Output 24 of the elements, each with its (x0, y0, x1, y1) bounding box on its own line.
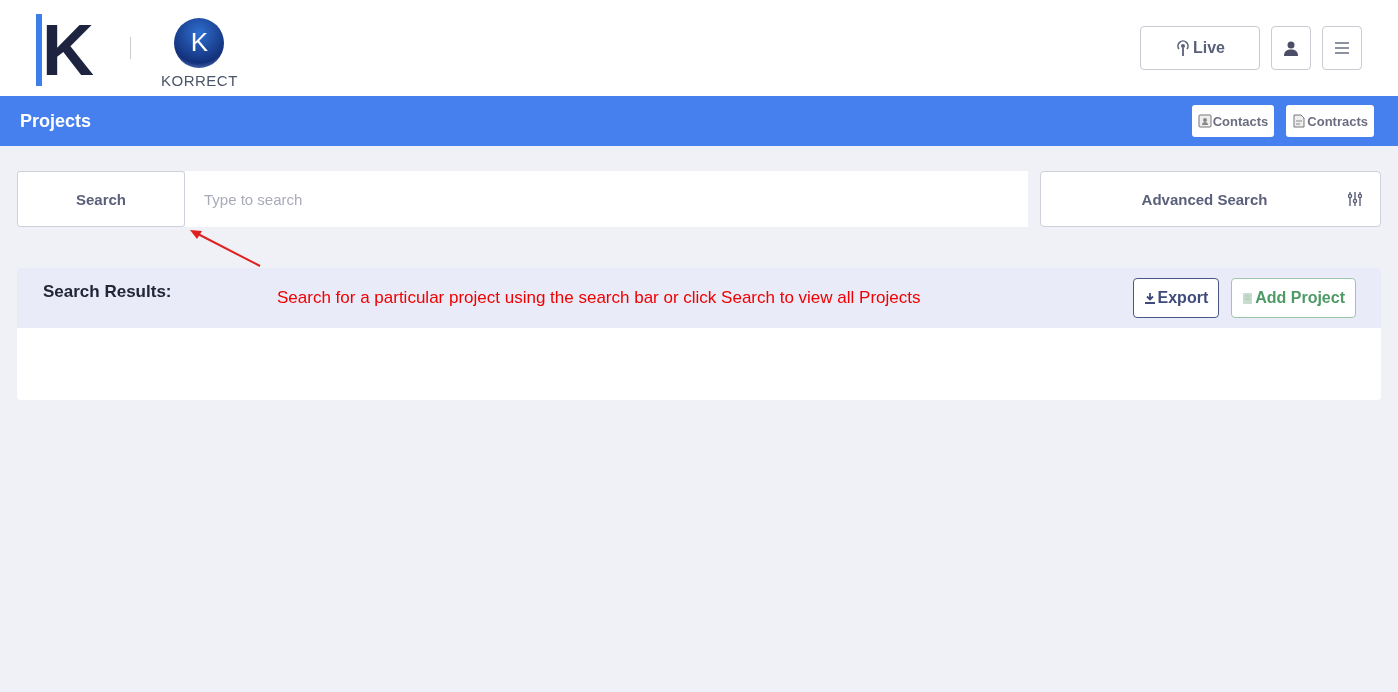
document-icon (1292, 114, 1307, 128)
search-button[interactable]: Search (17, 171, 185, 227)
sliders-icon (1348, 191, 1362, 207)
brand-name: KORRECT (161, 71, 238, 89)
page-title: Projects (20, 110, 92, 132)
add-project-button[interactable]: Add Project (1231, 278, 1356, 318)
user-icon (1283, 40, 1299, 56)
menu-icon (1334, 41, 1350, 55)
brand-logo: K (174, 17, 225, 68)
document-icon (1242, 291, 1254, 305)
annotation-text: Search for a particular project using the search bar or click Search to view all Projects (277, 288, 921, 308)
live-button[interactable]: Live (1140, 26, 1260, 70)
search-field[interactable]: Type to search (185, 171, 1028, 227)
menu-button[interactable] (1322, 26, 1362, 70)
download-icon (1143, 292, 1156, 304)
logo: K (36, 14, 94, 86)
antenna-icon (1175, 40, 1191, 56)
contacts-button[interactable]: Contacts (1191, 105, 1275, 137)
export-button[interactable]: Export (1132, 278, 1220, 318)
profile-button[interactable] (1271, 26, 1311, 70)
address-book-icon (1197, 114, 1212, 128)
results-title: Search Results: (43, 282, 172, 302)
contracts-button[interactable]: Contracts (1286, 105, 1374, 137)
advanced-search-button[interactable]: Advanced Search (1040, 171, 1381, 227)
